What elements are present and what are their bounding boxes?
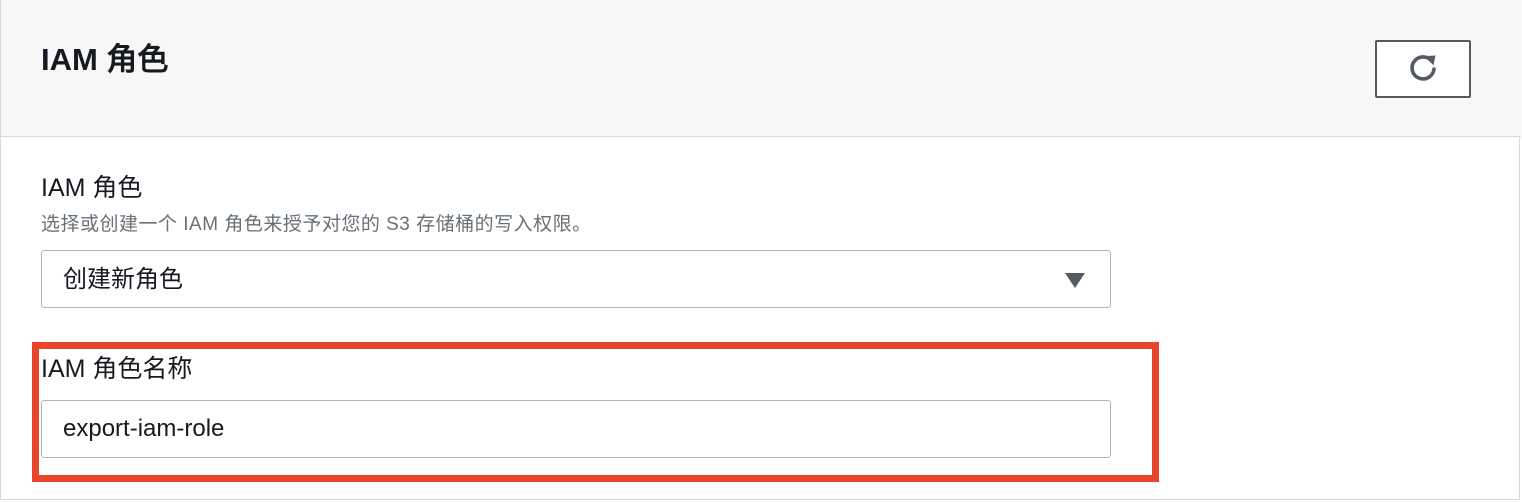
- role-select[interactable]: 创建新角色: [41, 250, 1111, 308]
- caret-down-icon: [1065, 273, 1085, 288]
- role-select-label: IAM 角色: [41, 174, 143, 202]
- role-name-input[interactable]: [41, 400, 1111, 458]
- iam-role-panel: IAM 角色 IAM 角色 选择或创建一个 IAM 角色来授予对您的 S3 存储…: [0, 0, 1521, 500]
- refresh-button[interactable]: [1375, 40, 1471, 98]
- role-name-label: IAM 角色名称: [41, 355, 193, 383]
- panel-title: IAM 角色: [41, 42, 169, 77]
- role-select-value: 创建新角色: [63, 266, 183, 293]
- refresh-icon: [1410, 55, 1436, 81]
- role-select-description: 选择或创建一个 IAM 角色来授予对您的 S3 存储桶的写入权限。: [41, 214, 592, 235]
- panel-header: IAM 角色: [1, 0, 1521, 137]
